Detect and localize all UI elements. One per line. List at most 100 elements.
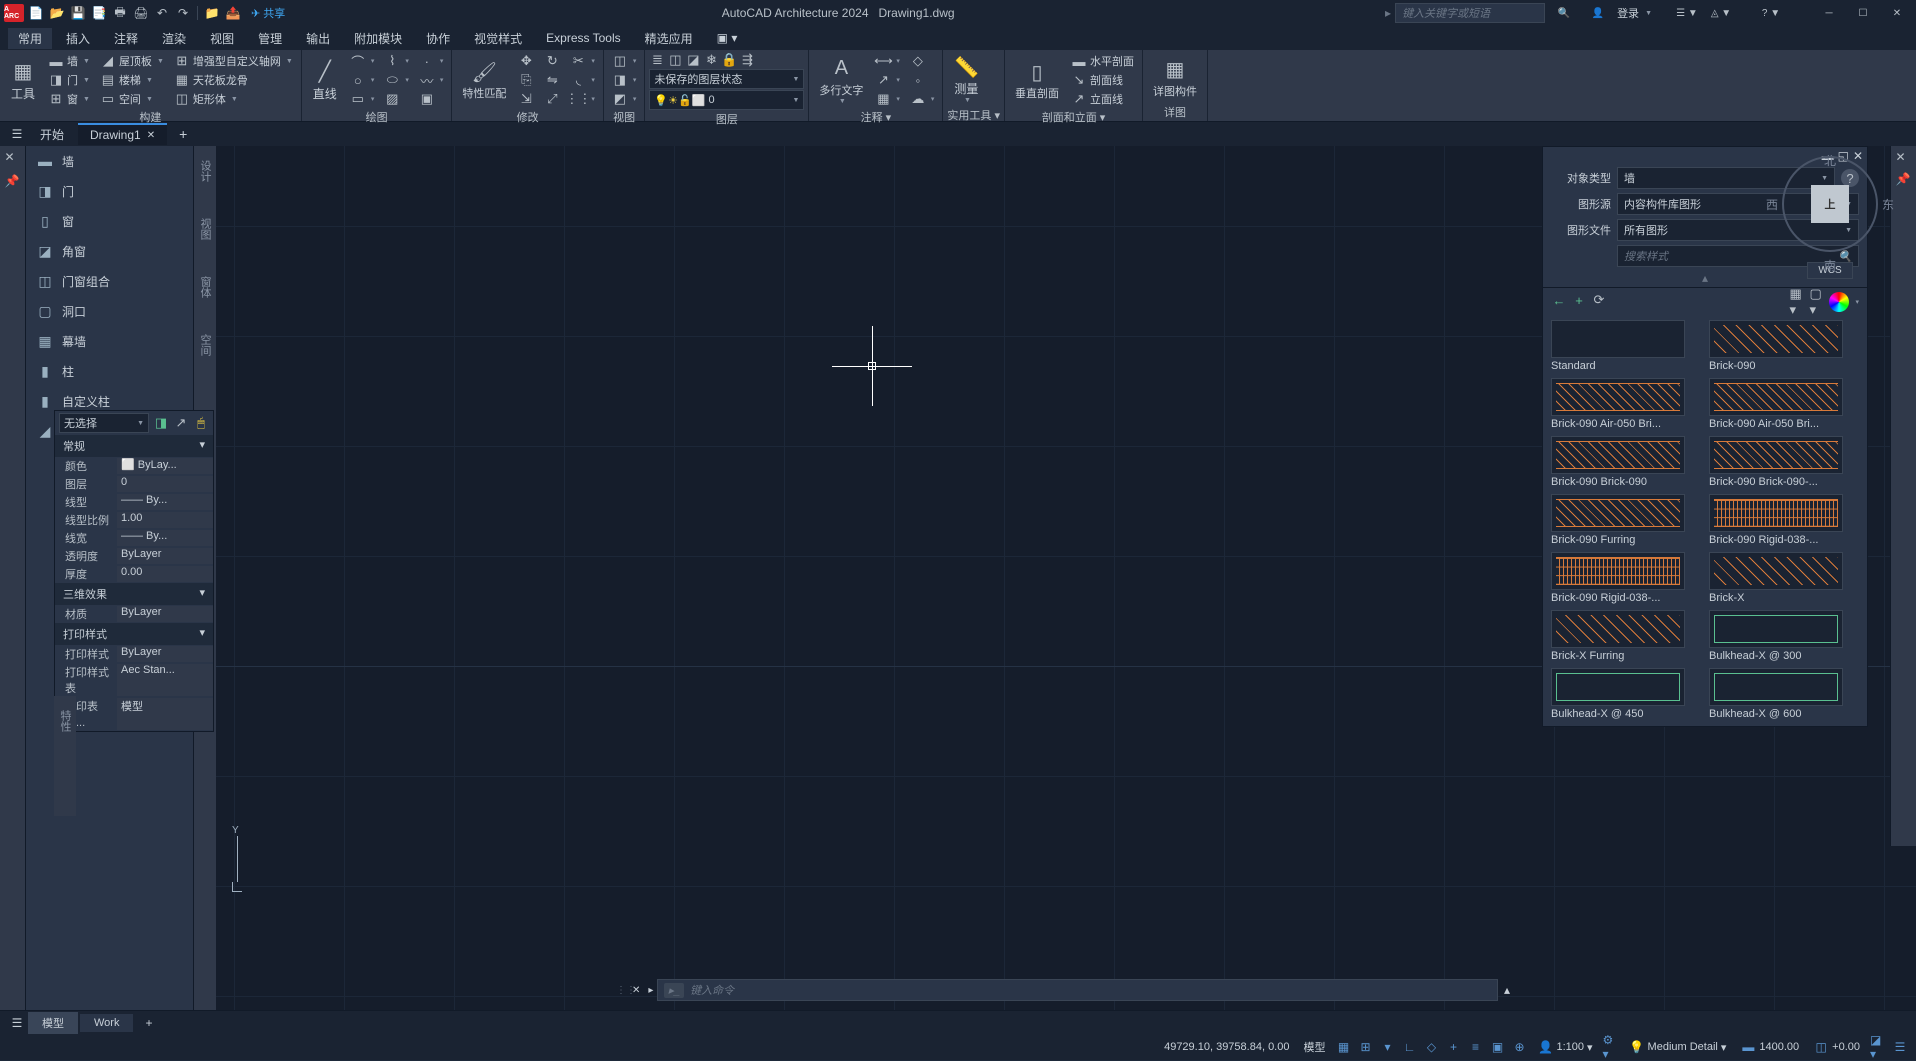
window-button[interactable]: ⊞窗▼ bbox=[44, 90, 94, 108]
layerlock-icon[interactable]: 🔒 bbox=[721, 52, 737, 68]
array-button[interactable]: ⋮⋮▾ bbox=[566, 90, 599, 108]
export-icon[interactable]: 📤 bbox=[224, 4, 242, 22]
dyn-icon[interactable]: + bbox=[1445, 1039, 1461, 1055]
section-3d[interactable]: 三维效果▾ bbox=[55, 583, 213, 605]
layeroff-icon[interactable]: ◪ bbox=[685, 52, 701, 68]
cmd-close-icon[interactable]: ✕ bbox=[628, 985, 644, 996]
side-tab-props[interactable]: 特性 bbox=[55, 702, 75, 740]
tool-door[interactable]: ◨门 bbox=[26, 176, 193, 206]
style-item[interactable]: Brick-X bbox=[1709, 552, 1859, 606]
view-btn3[interactable]: ◩▾ bbox=[608, 90, 641, 108]
hatch-button[interactable]: ▨ bbox=[380, 90, 413, 108]
layer-combo[interactable]: 💡☀🔓⬜ 0▼ bbox=[649, 90, 804, 110]
region-button[interactable]: ▣ bbox=[415, 90, 448, 108]
chevron-down-icon[interactable]: ▼ bbox=[1645, 10, 1652, 17]
tab-work[interactable]: Work bbox=[80, 1014, 133, 1032]
prop-ptable-value[interactable]: Aec Stan... bbox=[117, 664, 213, 696]
command-input[interactable]: ▸_键入命令 bbox=[657, 979, 1498, 1001]
compass-e[interactable]: 东 bbox=[1882, 196, 1894, 213]
add-layout-icon[interactable]: + bbox=[135, 1016, 162, 1030]
kn-button[interactable]: ◦ bbox=[906, 71, 939, 89]
ceiling-button[interactable]: ▦天花板龙骨 bbox=[170, 71, 297, 89]
copy-button[interactable]: ⎘ bbox=[514, 71, 538, 89]
autodesk-icon[interactable]: ◬ ▼ bbox=[1706, 3, 1736, 23]
close-panel-icon[interactable]: ✕ bbox=[1896, 150, 1912, 166]
side-tab-3[interactable]: 空间 bbox=[195, 326, 215, 364]
trim-button[interactable]: ✂▾ bbox=[566, 52, 599, 70]
roof-button[interactable]: ◢屋顶板▼ bbox=[96, 52, 168, 70]
prop-color-value[interactable]: ⬜ ByLay... bbox=[117, 458, 213, 474]
saveas-icon[interactable]: 📑 bbox=[90, 4, 108, 22]
view-btn2[interactable]: ◨▾ bbox=[608, 71, 641, 89]
menu-featured[interactable]: 精选应用 bbox=[635, 28, 703, 49]
stretch-button[interactable]: ⇲ bbox=[514, 90, 538, 108]
wall-button[interactable]: ▬墙▼ bbox=[44, 52, 94, 70]
tool-opening[interactable]: ▢洞口 bbox=[26, 296, 193, 326]
filter-icon[interactable]: 🖱 bbox=[193, 415, 209, 431]
plot-icon[interactable]: 🖶 bbox=[111, 4, 129, 22]
rect-button[interactable]: ◫矩形体▼ bbox=[170, 90, 297, 108]
publish-icon[interactable]: 🖨 bbox=[132, 4, 150, 22]
style-item[interactable]: Brick-090 Air-050 Bri... bbox=[1709, 378, 1859, 432]
viewcube-ring[interactable]: 西 上 东 bbox=[1782, 156, 1878, 252]
rev-button[interactable]: ☁▾ bbox=[906, 90, 939, 108]
folder-icon[interactable]: 📁 bbox=[203, 4, 221, 22]
detail-button[interactable]: ▦ 详图构件 bbox=[1147, 55, 1203, 101]
side-tab-design[interactable]: 设计 bbox=[195, 152, 215, 190]
rect-draw-button[interactable]: ▭▾ bbox=[346, 90, 379, 108]
close-icon[interactable]: ✕ bbox=[1882, 3, 1912, 23]
style-item[interactable]: Standard bbox=[1551, 320, 1701, 374]
style-item[interactable]: Brick-090 Brick-090-... bbox=[1709, 436, 1859, 490]
section-general[interactable]: 常规▾ bbox=[55, 435, 213, 457]
viewcube[interactable]: 北 西 上 东 南 WCS bbox=[1780, 156, 1880, 316]
coordinates[interactable]: 49729.10, 39758.84, 0.00 bbox=[1160, 1041, 1293, 1053]
app-icon[interactable]: A ARC bbox=[4, 4, 24, 22]
side-tab-1[interactable]: 视图 bbox=[195, 210, 215, 248]
cmd-expand-icon[interactable]: ▴ bbox=[1498, 983, 1516, 997]
prop-pattach-value[interactable]: 模型 bbox=[117, 698, 213, 730]
layermatch-icon[interactable]: ⇶ bbox=[739, 52, 755, 68]
save-icon[interactable]: 💾 bbox=[69, 4, 87, 22]
layerfrz-icon[interactable]: ❄ bbox=[703, 52, 719, 68]
osnap-icon[interactable]: ◇ bbox=[1423, 1039, 1439, 1055]
circle-button[interactable]: ○▾ bbox=[346, 71, 379, 89]
layeriso-icon[interactable]: ◫ bbox=[667, 52, 683, 68]
style-item[interactable]: Brick-090 Rigid-038-... bbox=[1709, 494, 1859, 548]
menu-insert[interactable]: 插入 bbox=[56, 28, 100, 49]
prop-layer-value[interactable]: 0 bbox=[117, 476, 213, 492]
search-input[interactable]: 键入关键字或短语 bbox=[1395, 3, 1545, 23]
lineweight-icon[interactable]: ≡ bbox=[1467, 1039, 1483, 1055]
minimize-icon[interactable]: ─ bbox=[1814, 3, 1844, 23]
style-item[interactable]: Bulkhead-X @ 450 bbox=[1551, 668, 1701, 722]
style-item[interactable]: Brick-090 Air-050 Bri... bbox=[1551, 378, 1701, 432]
tab-start[interactable]: 开始 bbox=[28, 123, 76, 146]
scale-button[interactable]: ⤢ bbox=[540, 90, 564, 108]
space-button[interactable]: ▭空间▼ bbox=[96, 90, 168, 108]
pin-icon[interactable]: 📌 bbox=[1896, 172, 1912, 188]
sectionline-button[interactable]: ↘剖面线 bbox=[1067, 71, 1138, 89]
gear-icon[interactable]: ⚙ ▾ bbox=[1603, 1039, 1619, 1055]
view-btn1[interactable]: ◫▾ bbox=[608, 52, 641, 70]
hsection-button[interactable]: ▬水平剖面 bbox=[1067, 52, 1138, 70]
annotation-scale[interactable]: 👤1:100 ▾ bbox=[1533, 1039, 1596, 1055]
elevation[interactable]: ▬1400.00 bbox=[1736, 1039, 1803, 1055]
prop-material-value[interactable]: ByLayer bbox=[117, 606, 213, 622]
line-button[interactable]: ╱ 直线 bbox=[306, 57, 344, 104]
customize-icon[interactable]: ☰ bbox=[1892, 1039, 1908, 1055]
login-label[interactable]: 登录 bbox=[1617, 5, 1639, 21]
menu-annotate[interactable]: 注释 bbox=[104, 28, 148, 49]
spline-button[interactable]: 〰▾ bbox=[415, 71, 448, 89]
status-model[interactable]: 模型 bbox=[1299, 1039, 1329, 1055]
tab-drawing1[interactable]: Drawing1✕ bbox=[78, 123, 167, 145]
refresh-icon[interactable]: ⟳ bbox=[1591, 292, 1607, 308]
redo-icon[interactable]: ↷ bbox=[174, 4, 192, 22]
tag-button[interactable]: ◇ bbox=[906, 52, 939, 70]
compass-w[interactable]: 西 bbox=[1766, 196, 1778, 213]
vsection-button[interactable]: ▯ 垂直剖面 bbox=[1009, 57, 1065, 103]
help-icon[interactable]: ? ▼ bbox=[1756, 3, 1786, 23]
prop-lweight-value[interactable]: —— By... bbox=[117, 530, 213, 546]
style-item[interactable]: Brick-090 bbox=[1709, 320, 1859, 374]
elevline-button[interactable]: ↗立面线 bbox=[1067, 90, 1138, 108]
new-icon[interactable]: 📄 bbox=[27, 4, 45, 22]
detail-level[interactable]: 💡Medium Detail ▾ bbox=[1625, 1039, 1731, 1055]
